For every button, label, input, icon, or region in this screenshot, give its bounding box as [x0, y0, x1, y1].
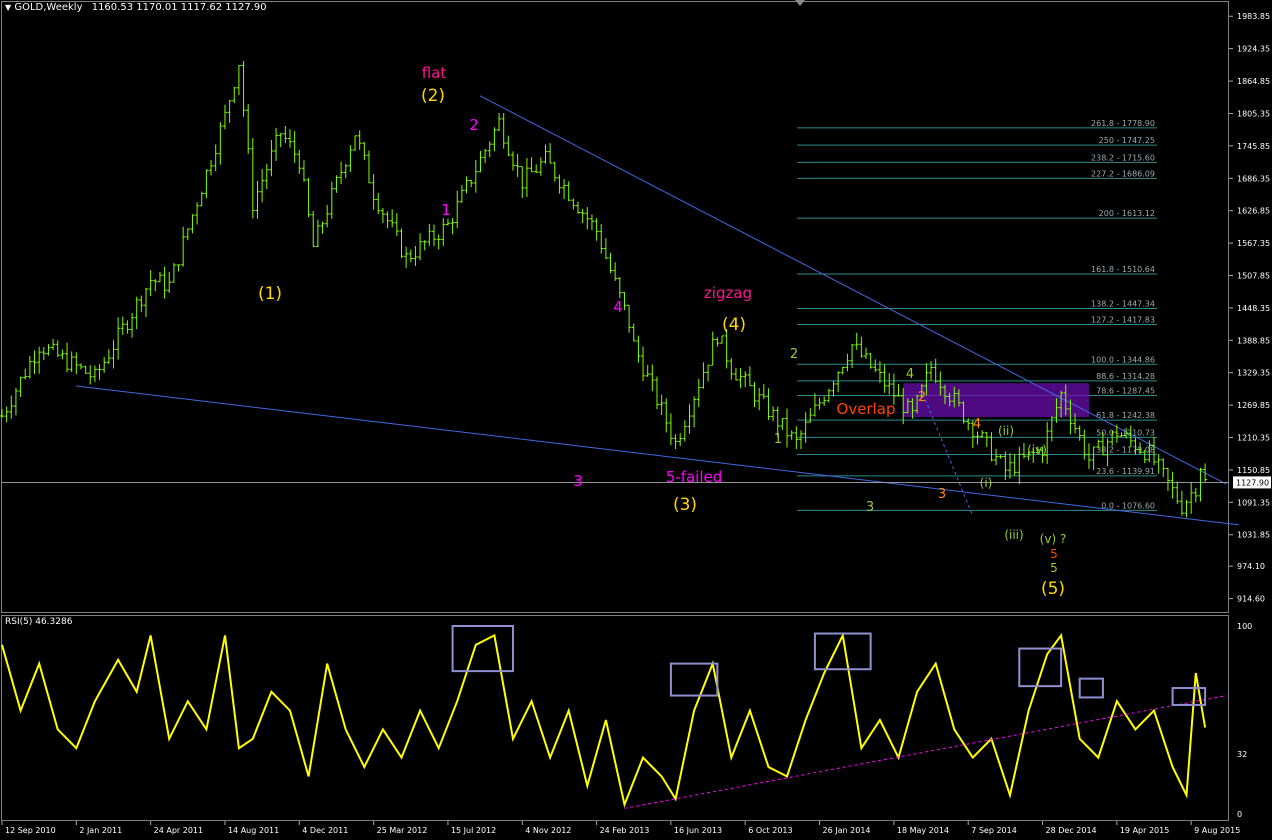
fib-level-label: 23.6 - 1139.91 [1096, 467, 1155, 476]
fib-level-label: 38.2 - 1179.08 [1096, 446, 1155, 455]
time-tick-label: 28 Dec 2014 [1046, 826, 1097, 835]
fib-level-label: 161.8 - 1510.64 [1091, 265, 1155, 274]
wave-label: (iv) [1027, 443, 1047, 457]
fib-level-label: 250 - 1747.25 [1099, 136, 1155, 145]
wave-label: (5) [1041, 579, 1065, 599]
wave-label: 3 [573, 472, 583, 490]
wave-label: (2) [421, 86, 445, 106]
time-tick-label: 7 Sep 2014 [971, 826, 1017, 835]
wave-label: 1 [774, 432, 782, 447]
price-tick-label: 1507.85 [1237, 271, 1270, 280]
price-tick-label: 974.10 [1237, 562, 1265, 571]
wave-label: 4 [613, 298, 623, 316]
time-tick-label: 4 Nov 2012 [525, 826, 571, 835]
time-tick-label: 16 Jun 2013 [674, 826, 722, 835]
price-tick-label: 1626.85 [1237, 207, 1270, 216]
wave-label: (v) ? [1040, 532, 1067, 546]
wave-label: 5 [1050, 547, 1058, 561]
wave-label: 3 [938, 487, 946, 502]
rsi-tick-label: 32 [1237, 750, 1247, 759]
wave-label: (ii) [998, 424, 1014, 438]
time-tick-label: 25 Mar 2012 [377, 826, 428, 835]
wave-label: (iii) [1004, 528, 1023, 542]
wave-label: 5 [1050, 561, 1058, 575]
fib-level-label: 78.6 - 1287.45 [1096, 387, 1155, 396]
price-tick-label: 1745.85 [1237, 142, 1270, 151]
wave-label: zigzag [704, 284, 752, 302]
wave-label: 4 [906, 367, 914, 382]
ohlc-values: 1160.53 1170.01 1117.62 1127.90 [91, 2, 267, 13]
wave-label: 5-failed [666, 468, 723, 486]
fib-level-label: 88.6 - 1314.28 [1096, 372, 1155, 381]
time-tick-label: 12 Sep 2010 [5, 826, 56, 835]
price-tick-label: 1388.85 [1237, 336, 1270, 345]
price-tick-label: 1091.35 [1237, 498, 1270, 507]
current-price-label: 1127.90 [1236, 478, 1269, 487]
fib-level-label: 61.8 - 1242.38 [1096, 411, 1155, 420]
wave-label: 2 [790, 347, 798, 362]
rsi-tick-label: 0 [1237, 810, 1242, 819]
chart-root: 261.8 - 1778.90 250 - 1747.25 238.2 - 1715… [0, 0, 1272, 840]
rsi-label: RSI(5) 46.3286 [5, 617, 73, 627]
wave-label: (4) [722, 315, 746, 335]
price-tick-label: 1805.35 [1237, 109, 1270, 118]
symbol-label: GOLD,Weekly [14, 2, 83, 13]
time-tick-label: 19 Apr 2015 [1120, 826, 1169, 835]
wave-label: 2 [918, 390, 926, 405]
price-tick-label: 1031.85 [1237, 531, 1270, 540]
chart-header: ▼ GOLD,Weekly 1160.53 1170.01 1117.62 11… [5, 2, 267, 13]
time-tick-label: 24 Apr 2011 [154, 826, 203, 835]
time-tick-label: 26 Jan 2014 [823, 826, 871, 835]
time-tick-label: 24 Feb 2013 [600, 826, 650, 835]
time-tick-label: 6 Oct 2013 [748, 826, 792, 835]
fib-level-label: 261.8 - 1778.90 [1091, 119, 1155, 128]
price-tick-label: 1924.35 [1237, 45, 1270, 54]
price-tick-label: 1686.35 [1237, 174, 1270, 183]
fib-level-label: 100.0 - 1344.86 [1091, 355, 1155, 364]
price-tick-label: 1983.85 [1237, 12, 1270, 21]
dropdown-icon[interactable]: ▼ [5, 3, 11, 12]
time-tick-label: 2 Jan 2011 [79, 826, 122, 835]
time-tick-label: 14 Aug 2011 [228, 826, 279, 835]
wave-label: 4 [973, 417, 981, 432]
time-tick-label: 9 Aug 2015 [1194, 826, 1240, 835]
price-tick-label: 1210.35 [1237, 434, 1270, 443]
time-tick-label: 4 Dec 2011 [302, 826, 348, 835]
time-tick-label: 15 Jul 2012 [451, 826, 496, 835]
fib-level-label: 200 - 1613.12 [1099, 209, 1155, 218]
rsi-tick-label: 100 [1237, 622, 1252, 631]
price-tick-label: 1567.35 [1237, 239, 1270, 248]
wave-label: 1 [441, 201, 451, 219]
overlap-label: Overlap [837, 400, 896, 418]
fib-level-label: 127.2 - 1417.83 [1091, 316, 1155, 325]
wave-label: (3) [673, 495, 697, 515]
price-tick-label: 1329.35 [1237, 369, 1270, 378]
fib-level-label: 227.2 - 1686.09 [1091, 169, 1155, 178]
fib-level-label: 238.2 - 1715.60 [1091, 153, 1155, 162]
fib-level-label: 138.2 - 1447.34 [1091, 299, 1155, 308]
price-tick-label: 1150.85 [1237, 466, 1270, 475]
wave-label: (i) [980, 476, 993, 490]
price-tick-label: 1269.85 [1237, 401, 1270, 410]
wave-label: flat [422, 64, 447, 82]
time-tick-label: 18 May 2014 [897, 826, 949, 835]
price-tick-label: 1448.35 [1237, 304, 1270, 313]
wave-label: 3 [866, 500, 874, 515]
price-tick-label: 1864.85 [1237, 77, 1270, 86]
wave-label: (1) [258, 284, 282, 304]
price-tick-label: 914.60 [1237, 595, 1265, 604]
wave-label: 2 [469, 116, 479, 134]
